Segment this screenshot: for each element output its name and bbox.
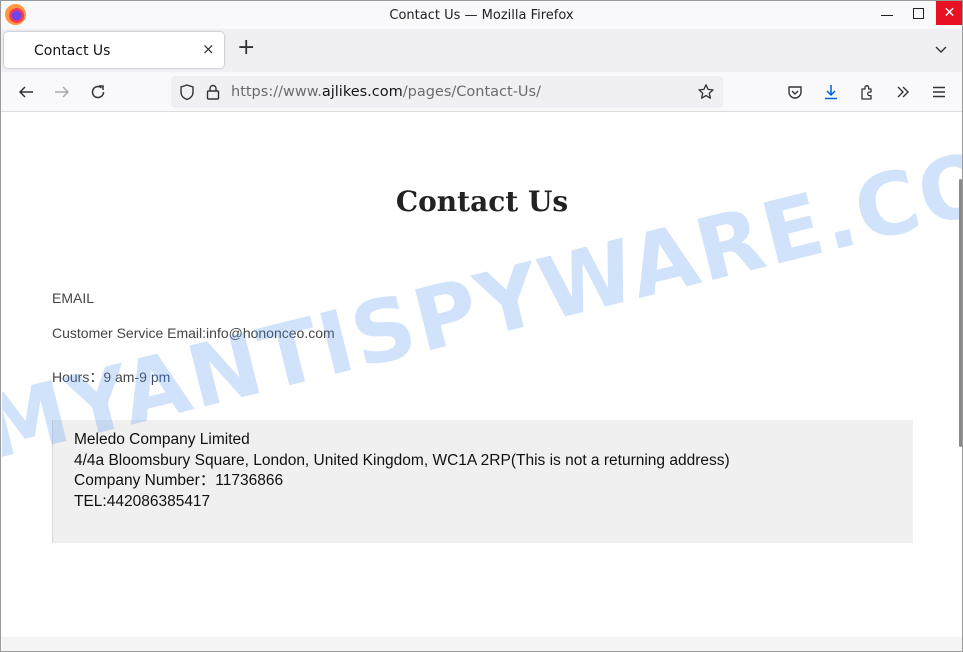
tab-contact-us[interactable]: Contact Us × (4, 32, 224, 68)
back-button[interactable] (16, 82, 36, 102)
app-menu-button[interactable] (929, 82, 949, 102)
customer-service-email: Customer Service Email:info@hononceo.com (52, 325, 335, 341)
new-tab-button[interactable]: + (237, 37, 255, 59)
minimize-button[interactable] (873, 1, 901, 25)
browser-window: Contact Us — Mozilla Firefox ✕ Contact U… (0, 0, 963, 652)
hours-pm: pm (150, 369, 171, 385)
company-address-block: Meledo Company Limited 4/4a Bloomsbury S… (52, 420, 913, 543)
maximize-icon (912, 7, 924, 19)
page-title: Contact Us (395, 185, 569, 218)
tab-label: Contact Us (34, 43, 111, 59)
maximize-button[interactable] (904, 1, 932, 25)
url-bar[interactable]: https://www.ajlikes.com/pages/Contact-Us… (171, 76, 723, 108)
lock-icon[interactable] (205, 83, 221, 101)
minimize-icon (881, 14, 893, 16)
url-host: ajlikes.com (321, 84, 403, 100)
hours-text: Hours：9 am-9 (52, 369, 151, 385)
pocket-button[interactable] (785, 82, 805, 102)
shield-icon[interactable] (178, 83, 196, 101)
company-number: Company Number：11736866 (74, 472, 284, 489)
close-icon: ✕ (943, 5, 956, 21)
business-hours: Hours：9 am-9 pm (52, 367, 170, 387)
arrow-left-icon (18, 86, 33, 98)
email-heading: EMAIL (52, 290, 95, 306)
url-text[interactable]: https://www.ajlikes.com/pages/Contact-Us… (231, 84, 541, 100)
bookmark-star-icon[interactable] (697, 83, 715, 101)
hamburger-menu-icon (933, 86, 945, 98)
tab-strip: Contact Us × + (1, 29, 962, 72)
window-title: Contact Us — Mozilla Firefox (389, 8, 574, 23)
puzzle-icon (861, 85, 872, 100)
url-scheme: https://www. (231, 84, 322, 100)
telephone: TEL:442086385417 (74, 492, 211, 510)
forward-button[interactable] (52, 82, 72, 102)
arrow-right-icon (55, 86, 70, 98)
url-path: /pages/Contact-Us/ (402, 84, 541, 100)
company-name: Meledo Company Limited (74, 431, 250, 448)
pocket-icon (788, 86, 802, 99)
double-chevron-right-icon (897, 86, 909, 98)
page-content: Contact Us EMAIL Customer Service Email:… (2, 113, 962, 637)
title-bar: Contact Us — Mozilla Firefox ✕ (1, 1, 962, 29)
vertical-scrollbar[interactable] (959, 179, 962, 447)
extensions-button[interactable] (857, 82, 877, 102)
chevron-down-icon[interactable] (933, 41, 949, 57)
download-icon (825, 85, 837, 100)
close-window-button[interactable]: ✕ (936, 1, 962, 25)
reload-icon (91, 85, 105, 99)
reload-button[interactable] (88, 82, 108, 102)
overflow-menu-button[interactable] (893, 82, 913, 102)
downloads-button[interactable] (821, 82, 841, 102)
navigation-toolbar: https://www.ajlikes.com/pages/Contact-Us… (1, 72, 962, 112)
page-bottom-strip (2, 637, 962, 651)
tab-close-icon[interactable]: × (202, 40, 215, 58)
street-address: 4/4a Bloomsbury Square, London, United K… (74, 451, 730, 469)
